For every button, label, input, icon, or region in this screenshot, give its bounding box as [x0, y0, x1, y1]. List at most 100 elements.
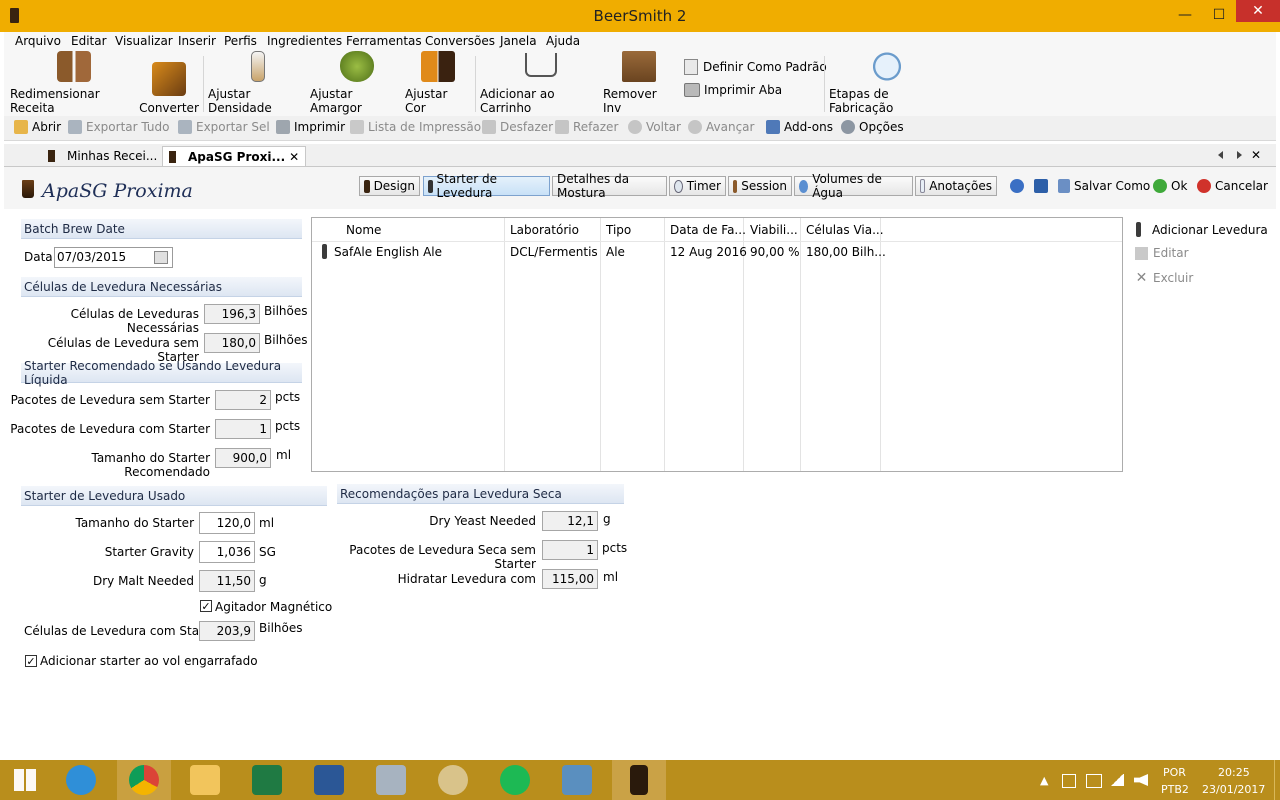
export-selection-button[interactable]: Exportar Sel	[178, 120, 270, 134]
addons-button[interactable]: Add-ons	[766, 120, 833, 134]
add-to-bottling-checkbox[interactable]: ✓	[25, 655, 37, 668]
yeast-table[interactable]: Nome Laboratório Tipo Data de Fa... Viab…	[311, 217, 1123, 472]
print-tab-button[interactable]: Imprimir Aba	[684, 83, 782, 97]
menu-conversoes[interactable]: Conversões	[425, 34, 495, 48]
back-button[interactable]: Voltar	[628, 120, 681, 134]
menu-visualizar[interactable]: Visualizar	[115, 34, 173, 48]
tab-water-volumes[interactable]: Volumes de Água	[794, 172, 913, 200]
ok-button[interactable]: Ok	[1153, 179, 1187, 193]
taskbar-calculator[interactable]	[364, 760, 418, 800]
tab-session[interactable]: Session	[728, 176, 792, 196]
starter-gravity-input[interactable]: 1,036	[199, 541, 255, 563]
open-button[interactable]: Abrir	[14, 120, 61, 134]
set-default-button[interactable]: Definir Como Padrão	[684, 59, 827, 75]
close-button[interactable]: ✕	[1236, 0, 1280, 22]
taskbar-paint[interactable]	[426, 760, 480, 800]
input-language[interactable]: POR	[1163, 766, 1186, 779]
delete-button[interactable]: ✕ Excluir	[1135, 270, 1194, 286]
menu-perfis[interactable]: Perfis	[224, 34, 257, 48]
print-button[interactable]: Imprimir	[276, 120, 345, 134]
edit-button[interactable]: Editar	[1135, 246, 1189, 260]
tab-scroll-right-icon[interactable]	[1237, 151, 1242, 159]
print-list-button[interactable]: Lista de Impressão	[350, 120, 481, 134]
clock-date[interactable]: 23/01/2017	[1202, 783, 1265, 796]
column-header-viability[interactable]: Viabili...	[750, 223, 798, 237]
table-row[interactable]: SafAle English Ale DCL/Fermentis Ale 12 …	[312, 242, 1122, 262]
adjust-bitterness-button[interactable]: Ajustar Amargor	[310, 51, 404, 115]
action-center-icon[interactable]	[1062, 774, 1076, 788]
taskbar-excel[interactable]	[240, 760, 294, 800]
date-label: Data	[24, 250, 53, 264]
save-as-button[interactable]: Salvar Como	[1058, 179, 1150, 193]
battery-icon[interactable]	[1086, 774, 1102, 788]
starter-size-input[interactable]: 120,0	[199, 512, 255, 534]
show-desktop-button[interactable]	[1274, 760, 1280, 800]
column-header-name[interactable]: Nome	[346, 223, 381, 237]
cancel-button[interactable]: Cancelar	[1197, 179, 1268, 193]
stir-plate-label: Agitador Magnético	[215, 600, 333, 614]
tab-scroll-left-icon[interactable]	[1218, 151, 1223, 159]
stir-plate-checkbox[interactable]: ✓	[200, 600, 212, 613]
menu-ajuda[interactable]: Ajuda	[546, 34, 580, 48]
clock-time[interactable]: 20:25	[1218, 766, 1250, 779]
column-header-cells[interactable]: Células Via...	[806, 223, 884, 237]
remove-inventory-button[interactable]: Remover Inv	[603, 51, 675, 115]
undo-button[interactable]: Desfazer	[482, 120, 553, 134]
taskbar-beersmith[interactable]	[612, 760, 666, 800]
calendar-dropdown-icon[interactable]	[154, 251, 168, 264]
close-document-icon[interactable]: ✕	[1251, 148, 1261, 162]
export-icon	[68, 120, 82, 134]
taskbar-spotify[interactable]	[488, 760, 542, 800]
minimize-button[interactable]: —	[1168, 0, 1202, 30]
save-button[interactable]	[1034, 179, 1052, 193]
add-to-cart-button[interactable]: Adicionar ao Carrinho	[480, 51, 602, 115]
maximize-button[interactable]: ☐	[1202, 0, 1236, 30]
brew-steps-button[interactable]: Etapas de Fabricação	[829, 51, 945, 115]
export-all-button[interactable]: Exportar Tudo	[68, 120, 169, 134]
cell-viability: 90,00 %	[750, 245, 800, 259]
keyboard-layout[interactable]: PTB2	[1161, 783, 1189, 796]
column-header-type[interactable]: Tipo	[606, 223, 631, 237]
options-button[interactable]: Opções	[841, 120, 904, 134]
adjust-density-button[interactable]: Ajustar Densidade	[208, 51, 308, 115]
dry-yeast-needed-label: Dry Yeast Needed	[429, 514, 536, 528]
close-tab-icon[interactable]: ✕	[289, 150, 299, 164]
menu-ingredientes[interactable]: Ingredientes	[267, 34, 342, 48]
start-button[interactable]	[0, 760, 50, 800]
tab-timer[interactable]: Timer	[669, 176, 726, 196]
help-button[interactable]	[1010, 179, 1028, 193]
tab-notes[interactable]: Anotações	[915, 176, 997, 196]
convert-button[interactable]: Converter	[138, 51, 200, 115]
menu-inserir[interactable]: Inserir	[178, 34, 216, 48]
add-yeast-button[interactable]: Adicionar Levedura	[1136, 222, 1268, 237]
redo-button[interactable]: Refazer	[555, 120, 618, 134]
date-value[interactable]: 07/03/2015	[57, 250, 126, 264]
tray-overflow-icon[interactable]: ▲	[1040, 774, 1048, 787]
glass-icon	[364, 179, 370, 193]
tab-my-recipes[interactable]: Minhas Recei...	[42, 146, 163, 165]
network-signal-icon[interactable]	[1110, 774, 1124, 786]
tab-design[interactable]: Design	[359, 176, 420, 196]
column-header-lab[interactable]: Laboratório	[510, 223, 579, 237]
tab-mash-details[interactable]: Detalhes da Mostura	[552, 172, 667, 200]
menu-arquivo[interactable]: Arquivo	[15, 34, 61, 48]
taskbar-explorer[interactable]	[178, 760, 232, 800]
starter-gravity-unit: SG	[259, 545, 276, 559]
adjust-color-button[interactable]: Ajustar Cor	[405, 51, 471, 115]
menu-ferramentas[interactable]: Ferramentas	[346, 34, 422, 48]
taskbar-chrome[interactable]	[117, 760, 171, 800]
forward-button[interactable]: Avançar	[688, 120, 754, 134]
ribbon-separator	[475, 56, 476, 112]
taskbar-ie[interactable]	[54, 760, 108, 800]
column-header-date[interactable]: Data de Fa...	[670, 223, 746, 237]
taskbar-photos[interactable]	[550, 760, 604, 800]
cart-icon	[525, 53, 557, 77]
starter-size-unit: ml	[259, 516, 275, 530]
tab-yeast-starter[interactable]: Starter de Levedura	[423, 172, 550, 200]
menu-editar[interactable]: Editar	[71, 34, 107, 48]
menu-janela[interactable]: Janela	[500, 34, 537, 48]
resize-recipe-button[interactable]: Redimensionar Receita	[10, 51, 138, 115]
date-picker[interactable]: 07/03/2015	[54, 247, 173, 268]
tab-recipe[interactable]: ApaSG Proxi... ✕	[162, 146, 307, 166]
taskbar-word[interactable]	[302, 760, 356, 800]
